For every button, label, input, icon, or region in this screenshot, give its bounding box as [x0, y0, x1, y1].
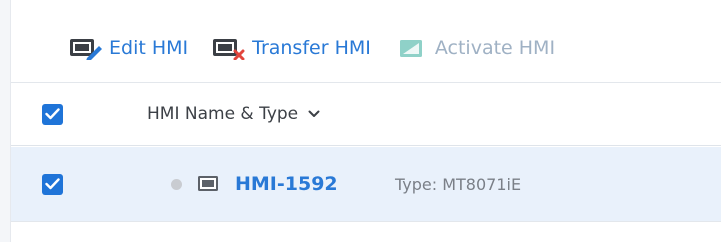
column-header-name-type[interactable]: HMI Name & Type: [147, 104, 320, 124]
hmi-list-panel: Edit HMI Transfer HMI Activate HMI HMI N…: [10, 0, 721, 242]
edit-hmi-label: Edit HMI: [109, 37, 189, 59]
hmi-type-text: Type: MT8071iE: [395, 174, 522, 194]
row-divider: [11, 221, 721, 222]
column-header-label: HMI Name & Type: [147, 104, 299, 124]
status-dot-icon: [171, 178, 182, 190]
transfer-hmi-icon: [212, 36, 246, 61]
chevron-down-icon: [308, 110, 320, 117]
hmi-device-icon: [198, 176, 218, 191]
row-checkbox[interactable]: [42, 173, 63, 195]
transfer-hmi-label: Transfer HMI: [252, 37, 371, 59]
activate-hmi-icon: [395, 36, 429, 60]
edit-hmi-button[interactable]: Edit HMI: [69, 36, 189, 61]
table-row[interactable]: HMI-1592 Type: MT8071iE: [11, 147, 721, 221]
checkmark-icon: [45, 108, 60, 120]
table-header: HMI Name & Type: [11, 82, 721, 146]
toolbar: Edit HMI Transfer HMI Activate HMI: [11, 26, 721, 70]
checkmark-icon: [45, 178, 60, 190]
hmi-name-link[interactable]: HMI-1592: [235, 173, 338, 195]
select-all-checkbox[interactable]: [42, 103, 63, 125]
activate-hmi-button[interactable]: Activate HMI: [395, 36, 555, 60]
activate-hmi-label: Activate HMI: [434, 37, 556, 59]
transfer-hmi-button[interactable]: Transfer HMI: [212, 36, 371, 61]
edit-hmi-icon: [69, 36, 103, 61]
